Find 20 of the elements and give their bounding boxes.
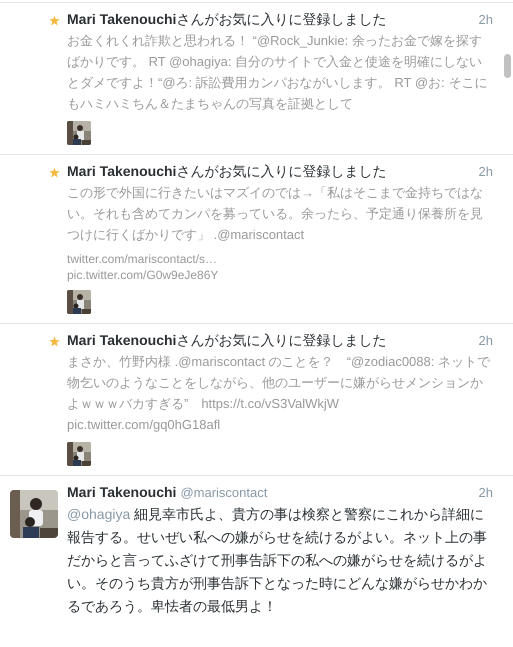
tweet-link[interactable]: twitter.com/mariscontact/s…	[67, 251, 493, 267]
user-handle[interactable]: @mariscontact	[180, 485, 268, 500]
favorite-notice: Mari Takenouchiさんがお気に入りに登録しました	[67, 11, 386, 29]
timestamp[interactable]: 2h	[478, 485, 493, 500]
scrollbar[interactable]	[504, 54, 511, 78]
user-name[interactable]: Mari Takenouchi	[67, 484, 176, 500]
star-icon	[49, 336, 60, 347]
timestamp[interactable]: 2h	[478, 164, 493, 179]
tweet-text: @ohagiya 細見幸市氏よ、貴方の事は検察と警察にこれから詳細に報告する。せいぜい私への嫌がらせを続けるがよい。ネット上の事だからと言ってふざけて刑事告訴下の私への嫌がらせを続けるがよい。そのうち貴方が刑事告訴下となった時にどんな嫌がらせかわかるであろう。卑怯者の最低男よ！	[67, 505, 488, 616]
favorite-notice: Mari Takenouchiさんがお気に入りに登録しました	[67, 332, 386, 350]
tweet-link[interactable]: pic.twitter.com/G0w9eJe86Y	[67, 267, 493, 283]
favorite-notice: Mari Takenouchiさんがお気に入りに登録しました	[67, 163, 386, 181]
timestamp[interactable]: 2h	[478, 12, 493, 27]
tweet-text: まさか、竹野内様 .@mariscontact のことを？ “@zodiac0088: ネットで物乞いのようなことをしながら、他のユーザーに嫌がらせメンションかよｗｗｗバカすぎる” https://t.co/vS3ValWkjW pic.twitter.com/gq0hG18afl	[67, 353, 492, 434]
star-icon	[49, 167, 60, 178]
tweet-text: この形で外国に行きたいはマズイのでは→「私はそこまで金持ちではない。それも含めてカンパを募っている。余ったら、予定通り保養所を見つけに行くばかりです」 .@mariscontact	[67, 184, 484, 244]
timestamp[interactable]: 2h	[478, 333, 493, 348]
mention-link[interactable]: @ohagiya	[67, 506, 130, 522]
star-icon	[49, 15, 60, 26]
tweet-text: お金くれくれ詐欺と思われる！ “@Rock_Junkie: 余ったお金で嫁を探すばかりです。 RT @ohagiya: 自分のサイトで入金と使途を明確にしないとダメですよ！“@ろ: 訴訟費用カンパおながいします。 RT @お: そこにもハミハミちん＆たまちゃんの写真を証拠として	[67, 32, 488, 113]
